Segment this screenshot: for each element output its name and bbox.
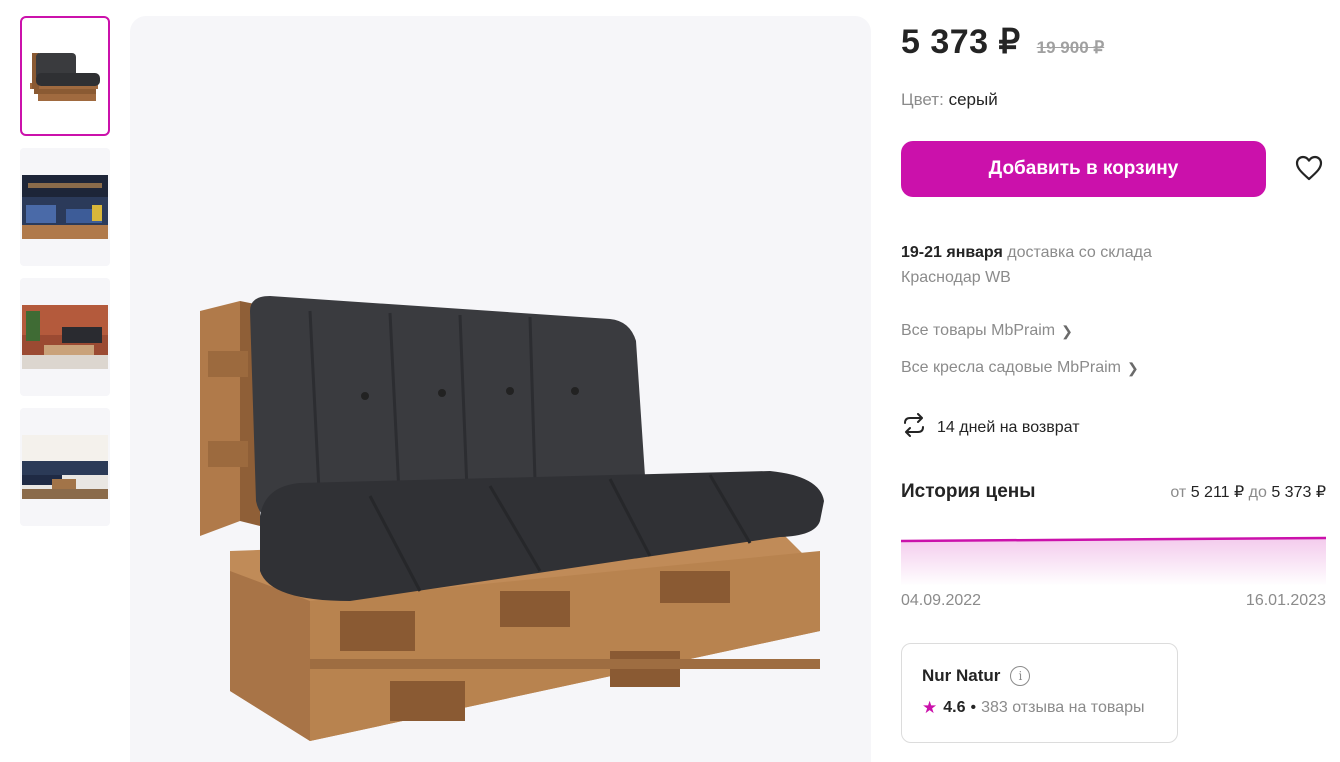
seller-name: Nur Natur bbox=[922, 666, 1001, 685]
old-price: 19 900 ₽ bbox=[1036, 38, 1105, 57]
price-history-dates: 04.09.2022 16.01.2023 bbox=[901, 592, 1326, 610]
returns-info: 14 дней на возврат bbox=[901, 413, 1080, 442]
seller-reviews: 383 отзыва на товары bbox=[981, 699, 1145, 716]
delivery-info: 19-21 января доставка со склада Краснода… bbox=[901, 240, 1221, 290]
price-min: 5 211 ₽ bbox=[1190, 484, 1245, 501]
all-garden-chairs-link[interactable]: Все кресла садовые MbPraim ❯ bbox=[901, 359, 1139, 377]
thumbnail-2-cafe-interior[interactable] bbox=[20, 148, 110, 266]
history-start-date: 04.09.2022 bbox=[901, 592, 982, 609]
returns-label: 14 дней на возврат bbox=[937, 418, 1080, 436]
thumbnail-list bbox=[20, 16, 110, 538]
thumbnail-4-terrace-corner[interactable] bbox=[20, 408, 110, 526]
star-icon: ★ bbox=[922, 698, 938, 717]
delivery-date: 19-21 января bbox=[901, 244, 1003, 261]
add-to-cart-button[interactable]: Добавить в корзину bbox=[901, 141, 1266, 197]
heart-outline-icon bbox=[1295, 155, 1323, 186]
separator-dot: • bbox=[970, 699, 977, 716]
chevron-right-icon: ❯ bbox=[1061, 322, 1073, 339]
seller-rating-score: 4.6 bbox=[943, 699, 966, 716]
all-brand-items-link[interactable]: Все товары MbPraim ❯ bbox=[901, 322, 1073, 340]
chevron-right-icon: ❯ bbox=[1126, 359, 1139, 376]
price-from-label: от bbox=[1170, 484, 1187, 501]
seller-rating: ★ 4.6 • 383 отзыва на товары bbox=[922, 698, 1157, 718]
thumbnail-1-sofa-cushions[interactable] bbox=[20, 16, 110, 136]
favorite-button[interactable] bbox=[1292, 153, 1326, 187]
color-row: Цвет: серый bbox=[901, 90, 998, 110]
price-row: 5 373 ₽ 19 900 ₽ bbox=[901, 22, 1104, 62]
price-history-chart[interactable] bbox=[900, 530, 1327, 586]
price-history-title: История цены bbox=[901, 481, 1036, 502]
refresh-arrows-icon bbox=[901, 413, 937, 442]
color-label: Цвет: bbox=[901, 90, 944, 109]
thumbnail-3-living-room[interactable] bbox=[20, 278, 110, 396]
all-brand-items-label: Все товары MbPraim bbox=[901, 322, 1056, 339]
info-circle-icon[interactable]: i bbox=[1010, 666, 1031, 686]
price-to-label: до bbox=[1248, 484, 1267, 501]
current-price: 5 373 ₽ bbox=[901, 23, 1021, 61]
seller-card[interactable]: Nur Natur i ★ 4.6 • 383 отзыва на товары bbox=[901, 643, 1178, 743]
pallet-sofa-image bbox=[200, 296, 824, 741]
price-history-header: История цены от 5 211 ₽ до 5 373 ₽ bbox=[901, 481, 1326, 503]
product-main-image[interactable] bbox=[130, 16, 871, 762]
history-end-date: 16.01.2023 bbox=[1245, 592, 1326, 609]
seller-name-row: Nur Natur i bbox=[922, 666, 1157, 686]
color-value: серый bbox=[948, 90, 998, 109]
all-garden-chairs-label: Все кресла садовые MbPraim bbox=[901, 359, 1121, 376]
price-max: 5 373 ₽ bbox=[1271, 484, 1326, 501]
price-history-area bbox=[901, 538, 1326, 586]
price-history-range: от 5 211 ₽ до 5 373 ₽ bbox=[1170, 482, 1326, 502]
